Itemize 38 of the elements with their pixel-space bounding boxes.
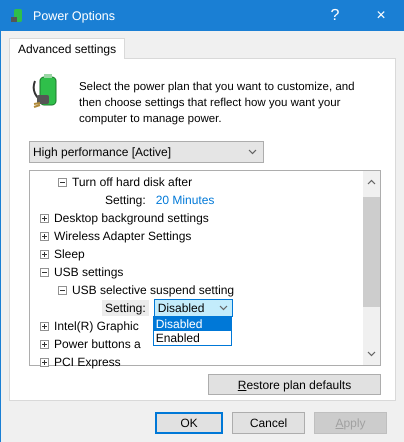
collapse-icon[interactable] xyxy=(40,268,49,276)
plan-dropdown[interactable]: High performance [Active] xyxy=(29,141,264,163)
tree-item[interactable]: Sleep xyxy=(54,247,85,261)
tab[interactable]: Advanced settings xyxy=(9,38,126,59)
scrollbar[interactable] xyxy=(363,171,380,365)
expand-icon[interactable] xyxy=(40,322,49,330)
scroll-up-icon[interactable] xyxy=(367,179,376,185)
close-button[interactable]: × xyxy=(358,0,404,31)
help-button[interactable]: ? xyxy=(312,0,358,31)
setting-dropdown[interactable]: Disabled xyxy=(154,299,233,317)
collapse-icon[interactable] xyxy=(58,178,67,186)
collapse-icon[interactable] xyxy=(58,286,67,294)
expand-icon[interactable] xyxy=(40,358,49,366)
tree-item[interactable]: USB settings xyxy=(54,265,124,279)
expand-icon[interactable] xyxy=(40,250,49,258)
tree-item[interactable]: PCI Express xyxy=(54,355,121,369)
tree-item[interactable]: Intel(R) Graphic xyxy=(54,319,139,333)
tree-item[interactable]: Wireless Adapter Settings xyxy=(54,229,192,243)
tree-item[interactable]: Desktop background settings xyxy=(54,211,209,225)
battery-plug-icon xyxy=(9,8,25,24)
expand-icon[interactable] xyxy=(40,340,49,348)
caret-icon xyxy=(248,149,257,155)
dropdown-option[interactable]: Disabled xyxy=(154,317,231,331)
dialog-button[interactable]: Cancel xyxy=(232,412,305,434)
setting-value[interactable]: 20 Minutes xyxy=(156,193,214,207)
tree-item[interactable]: USB selective suspend setting xyxy=(72,283,234,297)
dialog-button[interactable]: OK xyxy=(155,412,223,434)
tree-item[interactable]: Power buttons a xyxy=(54,337,141,351)
tree-item[interactable]: Turn off hard disk after xyxy=(72,175,192,189)
expand-icon[interactable] xyxy=(40,214,49,222)
expand-icon[interactable] xyxy=(40,232,49,240)
restore-defaults-button[interactable]: Restore plan defaults xyxy=(208,374,381,395)
window-title: Power Options xyxy=(33,8,116,22)
setting-label: Setting: xyxy=(104,192,147,208)
caret-icon xyxy=(218,305,228,311)
intro-text: Select the power plan that you want to customize, and then choose settings that reflect how you want your computer to manage power. xyxy=(79,80,356,127)
scroll-down-icon[interactable] xyxy=(367,351,376,357)
setting-label: Setting: xyxy=(102,300,149,316)
